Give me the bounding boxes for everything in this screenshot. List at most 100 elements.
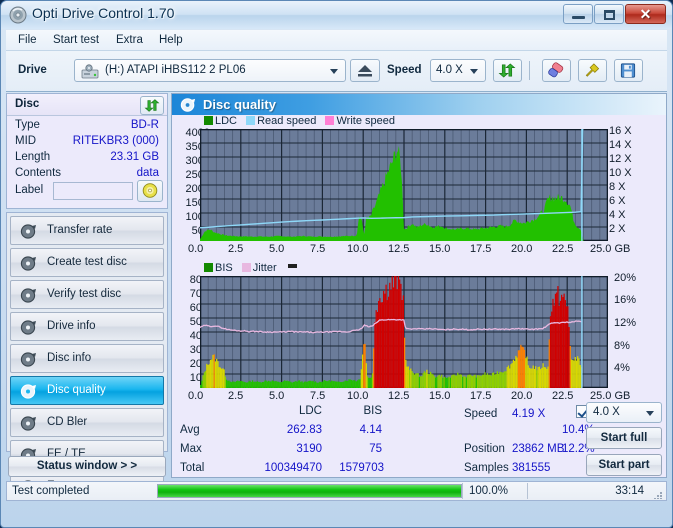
ldc-y2tick: 14 X [609,139,632,151]
close-button[interactable]: ✕ [625,4,666,24]
bis-chart: BIS Jitter 80 70 60 50 40 30 20 10 20% 1… [172,262,666,410]
maximize-button[interactable] [594,4,624,24]
status-separator [462,483,463,499]
refresh-button[interactable] [493,59,522,82]
bis-xtick: 5.0 [269,390,285,402]
stats-total-bis: 1579703 [339,462,384,474]
disc-test-icon [20,288,36,303]
ldc-y2tick: 4 X [609,209,626,221]
bis-xtick: 20.0 [511,390,533,402]
eject-button[interactable] [350,59,380,82]
disc-test-icon [20,416,36,431]
maximize-icon [604,10,615,20]
disc-label-cd-button[interactable] [137,180,163,202]
eject-icon [358,65,372,77]
save-button[interactable] [614,59,643,82]
stats-col-bis: BIS [363,405,382,417]
menu-item-start-test[interactable]: Start test [48,33,104,47]
resize-grip-icon[interactable] [654,492,663,499]
disc-row-value: data [136,167,159,179]
status-separator [527,483,528,499]
ldc-xtick: 0.0 [188,243,204,255]
menu-item-file[interactable]: File [13,33,42,47]
disc-row-key: Type [15,119,40,131]
stats-total-ldc: 100349470 [264,462,322,474]
erase-button[interactable] [542,59,571,82]
disc-info-box: Disc Type BD-R MID RITEKBR3 (000) Length… [6,93,168,209]
refresh-icon [144,99,160,112]
menu-item-help[interactable]: Help [154,33,188,47]
ldc-plot [200,129,608,241]
sidebar-item-label: Disc info [47,352,92,364]
disc-test-icon [20,224,36,239]
stats-row-total: Total [180,462,205,474]
chevron-down-icon [646,411,654,416]
legend-swatch-ldc [204,116,213,125]
stats-col-ldc: LDC [298,405,322,417]
disc-row-key: MID [15,135,37,147]
disc-label-input[interactable] [53,182,133,200]
stats-samples-label: Samples [464,462,509,474]
bis-plot [200,276,608,388]
main-panel: Disc quality LDC Read speed Write speed … [171,93,667,478]
ldc-chart-legend: LDC Read speed Write speed [204,115,395,127]
sidebar-item-label: Verify test disc [47,288,122,300]
ldc-y2tick: 16 X [609,125,632,137]
tools-icon [585,63,600,77]
sidebar-item-verify-test-disc[interactable]: Verify test disc [10,280,164,309]
progress-percent: 100.0% [469,485,509,497]
ldc-xtick: 17.5 [470,243,492,255]
bis-ytick: 20 [189,358,202,370]
bis-chart-legend: BIS Jitter [204,262,297,274]
tools-button[interactable] [578,59,607,82]
elapsed-time: 33:14 [615,485,644,497]
sidebar-item-label: Drive info [47,320,96,332]
bis-xtick: 12.5 [388,390,410,402]
ldc-xtick: 12.5 [388,243,410,255]
drive-select[interactable]: (H:) ATAPI iHBS112 2 PL06 [74,59,346,82]
stats-block: LDC BIS Jitter Avg Max Total 262.83 3190… [172,402,666,478]
sidebar-item-transfer-rate[interactable]: Transfer rate [10,216,164,245]
bis-ytick: 10 [189,372,202,384]
bis-ytick: 80 [189,274,202,286]
sidebar-item-create-test-disc[interactable]: Create test disc [10,248,164,277]
start-part-button[interactable]: Start part [586,454,662,476]
sidebar-item-label: Disc quality [47,384,106,396]
bis-ytick: 50 [189,316,202,328]
disc-test-icon [20,384,36,399]
disc-row-value: 23.31 GB [110,151,159,163]
menu-item-extra[interactable]: Extra [111,33,148,47]
stats-row-avg: Avg [180,424,200,436]
disc-label-key: Label [15,184,44,196]
ldc-xtick: 2.5 [228,243,244,255]
sidebar-item-disc-quality[interactable]: Disc quality [10,376,164,405]
test-speed-select[interactable]: 4.0 X [586,402,662,423]
bis-y2tick: 8% [614,340,630,352]
sidebar-item-drive-info[interactable]: Drive info [10,312,164,341]
legend-swatch-read-speed [246,116,256,125]
ldc-y2tick: 12 X [609,153,632,165]
bis-xtick: 7.5 [310,390,326,402]
legend-swatch-bis [204,263,213,272]
main-header: Disc quality [172,94,666,115]
start-full-button[interactable]: Start full [586,427,662,449]
sidebar-item-disc-info[interactable]: Disc info [10,344,164,373]
legend-swatch-jitter [241,263,251,272]
disc-info-title: Disc [15,98,40,110]
speed-select[interactable]: 4.0 X [430,59,486,82]
bis-y2tick: 20% [614,272,637,284]
start-part-label: Start part [598,459,650,471]
bis-xtick: 15.0 [429,390,451,402]
bis-y2tick: 4% [614,362,630,374]
status-window-button[interactable]: Status window > > [8,456,166,477]
disc-row-value: BD-R [130,119,159,131]
ldc-xtick: 5.0 [269,243,285,255]
minimize-button[interactable] [563,4,593,24]
app-window: Opti Drive Control 1.70 ✕ File Start tes… [0,0,673,528]
legend-label-jitter: Jitter [252,262,277,274]
menu-bar: File Start test Extra Help [6,30,667,51]
disc-refresh-button[interactable] [140,96,164,115]
ldc-chart: LDC Read speed Write speed 4000 3500 300… [172,115,666,263]
nav-list: Transfer rate Create test disc Verify te… [6,212,168,501]
sidebar-item-cd-bler[interactable]: CD Bler [10,408,164,437]
